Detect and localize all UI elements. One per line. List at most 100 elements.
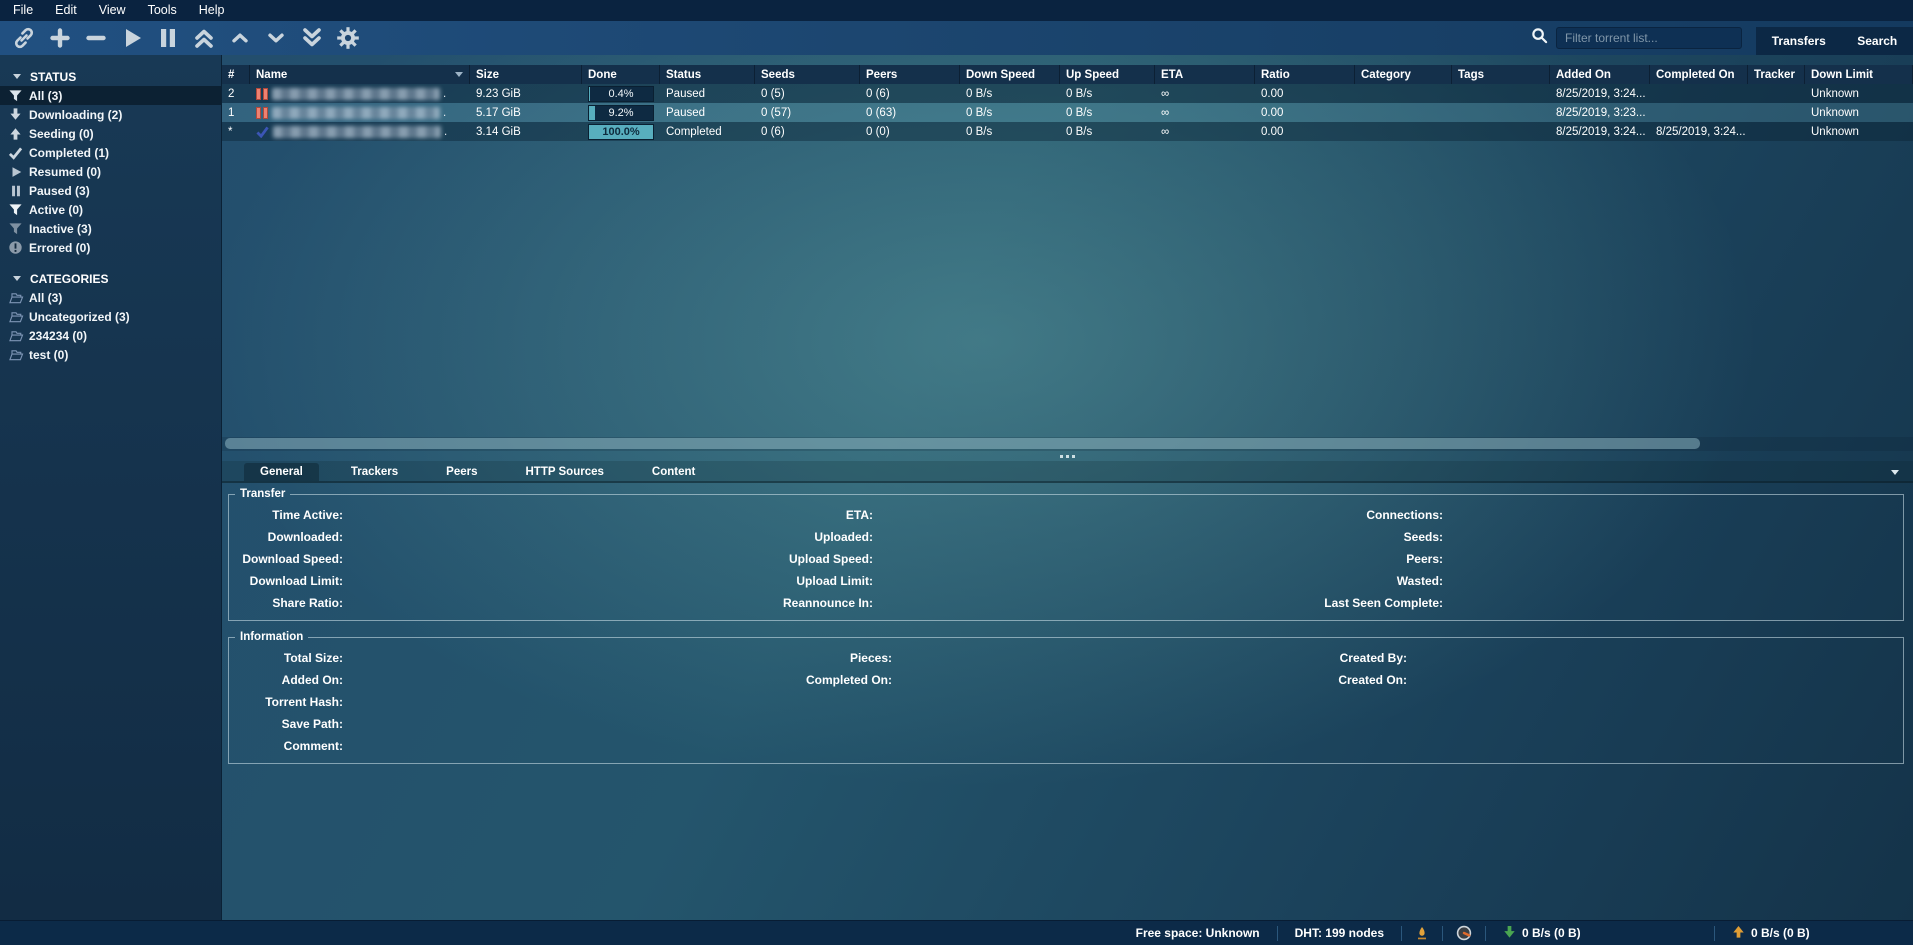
- categories-section-header[interactable]: CATEGORIES: [0, 269, 221, 288]
- error-icon: [7, 240, 24, 255]
- sidebar-item-seeding[interactable]: Seeding (0): [0, 124, 221, 143]
- blurred-torrent-name: [273, 126, 441, 138]
- table-row[interactable]: 1 . 5.17 GiB 9.2% Paused 0 (57) 0 (63) 0…: [222, 103, 1913, 122]
- tab-http-sources[interactable]: HTTP Sources: [510, 463, 620, 481]
- column-header-added-on[interactable]: Added On: [1550, 65, 1650, 84]
- column-header-up-speed[interactable]: Up Speed: [1060, 65, 1155, 84]
- tab-trackers[interactable]: Trackers: [335, 463, 414, 481]
- column-header-size[interactable]: Size: [470, 65, 582, 84]
- tab-peers[interactable]: Peers: [430, 463, 493, 481]
- dht-nodes-label: DHT: 199 nodes: [1278, 926, 1401, 940]
- funnel-icon: [7, 88, 24, 103]
- speed-gauge-icon[interactable]: [1443, 925, 1485, 941]
- menu-bar: File Edit View Tools Help: [0, 0, 1913, 21]
- increase-priority-button[interactable]: [224, 24, 256, 52]
- sidebar-item-completed[interactable]: Completed (1): [0, 143, 221, 162]
- menu-help[interactable]: Help: [188, 0, 236, 21]
- field-label: Download Speed:: [229, 552, 345, 566]
- column-header-peers[interactable]: Peers: [860, 65, 960, 84]
- play-icon: [7, 164, 24, 179]
- chevron-down-icon: [265, 27, 287, 49]
- chevron-down-icon[interactable]: [1891, 470, 1899, 475]
- column-header-done[interactable]: Done: [582, 65, 660, 84]
- chevron-up-icon: [229, 27, 251, 49]
- resume-button[interactable]: [116, 24, 148, 52]
- options-button[interactable]: [332, 24, 364, 52]
- field-label: Upload Speed:: [735, 552, 875, 566]
- column-header-tags[interactable]: Tags: [1452, 65, 1550, 84]
- field-label: Peers:: [1275, 552, 1445, 566]
- detail-tab-bar: General Trackers Peers HTTP Sources Cont…: [222, 461, 1913, 483]
- column-header-down-speed[interactable]: Down Speed: [960, 65, 1060, 84]
- field-label: Reannounce In:: [735, 596, 875, 610]
- column-header-eta[interactable]: ETA: [1155, 65, 1255, 84]
- field-label: Downloaded:: [229, 530, 345, 544]
- category-item-uncategorized[interactable]: Uncategorized (3): [0, 307, 221, 326]
- field-label: Share Ratio:: [229, 596, 345, 610]
- tab-transfers[interactable]: Transfers: [1772, 34, 1826, 48]
- status-section-header[interactable]: STATUS: [0, 67, 221, 86]
- tab-search[interactable]: Search: [1857, 34, 1897, 48]
- category-item-234234[interactable]: 234234 (0): [0, 326, 221, 345]
- upload-speed-label: 0 B/s (0 B): [1751, 926, 1810, 940]
- column-header-tracker[interactable]: Tracker: [1748, 65, 1805, 84]
- delete-button[interactable]: [80, 24, 112, 52]
- funnel-dim-icon: [7, 221, 24, 236]
- pause-button[interactable]: [152, 24, 184, 52]
- column-header-seeds[interactable]: Seeds: [755, 65, 860, 84]
- top-priority-button[interactable]: [188, 24, 220, 52]
- download-arrow-icon: [1503, 925, 1516, 942]
- field-label: Last Seen Complete:: [1275, 596, 1445, 610]
- column-header-ratio[interactable]: Ratio: [1255, 65, 1355, 84]
- status-bar: Free space: Unknown DHT: 199 nodes 0 B/s…: [0, 920, 1913, 945]
- upload-arrow-icon: [1732, 925, 1745, 942]
- category-item-test[interactable]: test (0): [0, 345, 221, 364]
- progress-cell: 0.4%: [582, 84, 660, 103]
- sidebar-item-all[interactable]: All (3): [0, 86, 221, 105]
- column-header-number[interactable]: #: [222, 65, 250, 84]
- tab-content[interactable]: Content: [636, 463, 711, 481]
- field-label: Save Path:: [229, 717, 345, 731]
- download-arrow-icon: [7, 107, 24, 122]
- category-item-all[interactable]: All (3): [0, 288, 221, 307]
- filter-torrent-input[interactable]: [1556, 27, 1742, 49]
- qbittorrent-webui: File Edit View Tools Help: [0, 0, 1913, 945]
- decrease-priority-button[interactable]: [260, 24, 292, 52]
- menu-edit[interactable]: Edit: [44, 0, 88, 21]
- sidebar-item-errored[interactable]: Errored (0): [0, 238, 221, 257]
- tab-general[interactable]: General: [244, 463, 319, 481]
- sidebar-item-resumed[interactable]: Resumed (0): [0, 162, 221, 181]
- main-content: # Name Size Done Status Seeds Peers Down…: [222, 55, 1913, 921]
- add-torrent-button[interactable]: [44, 24, 76, 52]
- menu-tools[interactable]: Tools: [137, 0, 188, 21]
- connection-status-icon: [1402, 926, 1442, 941]
- information-legend: Information: [235, 631, 308, 643]
- column-header-down-limit[interactable]: Down Limit: [1805, 65, 1913, 84]
- column-header-category[interactable]: Category: [1355, 65, 1452, 84]
- search-icon: [1531, 27, 1548, 49]
- column-header-status[interactable]: Status: [660, 65, 755, 84]
- field-label: Upload Limit:: [735, 574, 875, 588]
- collapse-triangle-icon: [13, 74, 21, 79]
- folder-icon: [7, 309, 24, 324]
- sidebar-item-inactive[interactable]: Inactive (3): [0, 219, 221, 238]
- progress-cell: 100.0%: [582, 122, 660, 141]
- menu-view[interactable]: View: [88, 0, 137, 21]
- table-row[interactable]: * . 3.14 GiB 100.0% Completed 0 (6) 0 (0…: [222, 122, 1913, 141]
- add-torrent-link-button[interactable]: [8, 24, 40, 52]
- scrollbar-thumb[interactable]: [225, 438, 1700, 449]
- column-header-name[interactable]: Name: [250, 65, 470, 84]
- panel-splitter-handle[interactable]: [222, 451, 1913, 461]
- column-header-completed-on[interactable]: Completed On: [1650, 65, 1748, 84]
- collapse-triangle-icon: [13, 276, 21, 281]
- folder-icon: [7, 290, 24, 305]
- toolbar: Transfers Search: [0, 21, 1913, 55]
- sidebar-item-active[interactable]: Active (0): [0, 200, 221, 219]
- sidebar-item-paused[interactable]: Paused (3): [0, 181, 221, 200]
- progress-bar: 0.4%: [588, 86, 654, 102]
- sidebar-item-downloading[interactable]: Downloading (2): [0, 105, 221, 124]
- bottom-priority-button[interactable]: [296, 24, 328, 52]
- field-label: Uploaded:: [735, 530, 875, 544]
- table-row[interactable]: 2 . 9.23 GiB 0.4% Paused 0 (5) 0 (6) 0 B…: [222, 84, 1913, 103]
- menu-file[interactable]: File: [2, 0, 44, 21]
